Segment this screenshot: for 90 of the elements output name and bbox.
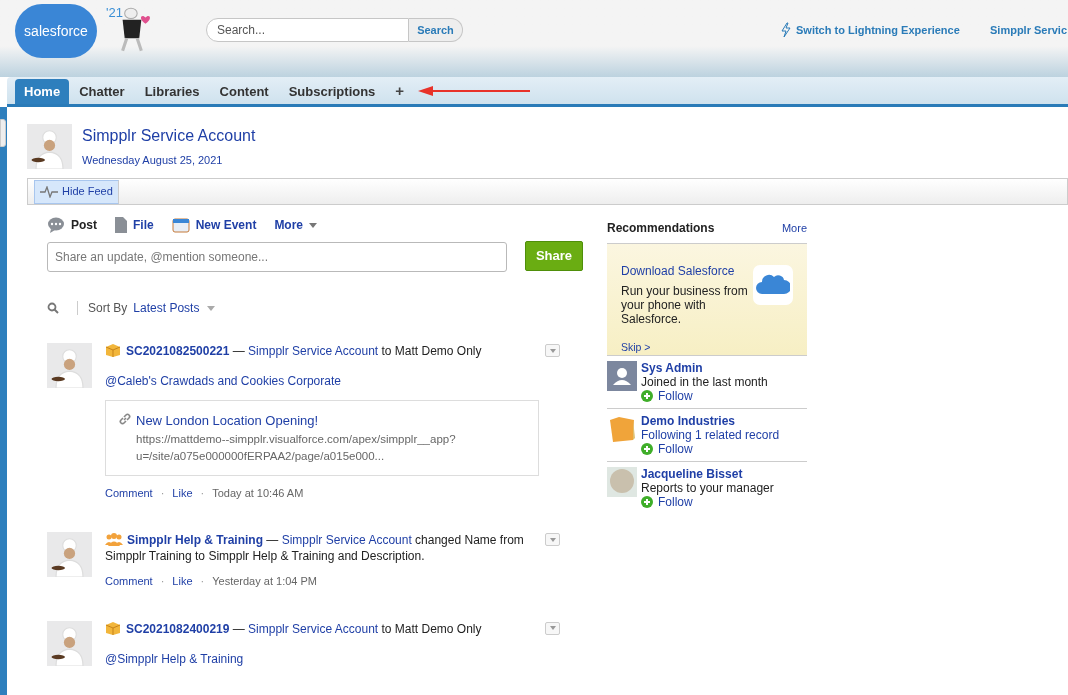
publisher-tab[interactable]: More: [274, 216, 318, 234]
more-link[interactable]: More: [781, 219, 807, 237]
avatar-placeholder: [47, 343, 92, 388]
publisher-tab[interactable]: Post: [47, 216, 97, 234]
post-action-link[interactable]: Comment: [105, 484, 153, 501]
post-time: Today at 10:46 AM: [212, 485, 304, 501]
profile-date: Wednesday August 25, 2021: [82, 153, 224, 168]
post-time: Yesterday at 1:04 PM: [212, 574, 317, 589]
salesforce-logo: salesforce: [15, 4, 97, 58]
pulse-icon: [40, 185, 58, 198]
lightning-icon: [780, 22, 792, 39]
search-icon: [47, 302, 59, 314]
search-button[interactable]: Search: [409, 18, 463, 42]
release-label: '21: [106, 4, 123, 22]
actor-link[interactable]: Simpplr Service Account: [248, 344, 379, 358]
status-input-field[interactable]: Share an update, @mention someone...: [47, 242, 507, 272]
sort-label: Sort By: [88, 300, 128, 317]
box-icon: [105, 620, 121, 635]
caret-icon: [207, 305, 216, 311]
actor-link[interactable]: Simpplr Service Account: [281, 533, 412, 547]
post-action-link[interactable]: Comment: [105, 573, 153, 590]
recommendation-name[interactable]: Demo Industries: [641, 414, 736, 428]
sort-dropdown[interactable]: Latest Posts: [133, 299, 216, 317]
calendar-icon: [171, 217, 190, 233]
avatar-placeholder: [47, 532, 92, 577]
folder-icon: [607, 414, 637, 444]
caret-icon: [549, 348, 556, 353]
link-icon: [118, 412, 132, 426]
post-menu-button[interactable]: [545, 621, 560, 635]
caret-icon: [309, 222, 318, 228]
follow-button[interactable]: Follow: [641, 495, 774, 509]
plus-icon: [641, 443, 653, 455]
publisher-tab[interactable]: File: [115, 216, 154, 234]
dot-separator: ·: [200, 574, 205, 589]
document-icon: [115, 217, 127, 233]
post-action-link[interactable]: Like: [172, 484, 193, 501]
recommendation-name[interactable]: Sys Admin: [641, 361, 703, 375]
skip-link[interactable]: Skip >: [621, 340, 651, 356]
section-title: Recommendations: [607, 220, 715, 237]
search-field[interactable]: Search...: [206, 18, 409, 42]
follow-button[interactable]: Follow: [641, 442, 780, 456]
caret-icon: [549, 626, 556, 630]
nav-tab[interactable]: Subscriptions: [278, 79, 386, 104]
user-silhouette-icon: [607, 361, 637, 391]
group-icon: [105, 532, 123, 546]
header-link[interactable]: Switch to Lightning Experience: [780, 22, 960, 39]
promo-text: Run your business from your phone with Salesforce.: [621, 284, 749, 326]
avatar-placeholder: [27, 124, 72, 169]
link-url: u=/site/a075e000000fERPAA2/page/a015e000...: [136, 448, 386, 464]
nav-tab[interactable]: Chatter: [69, 79, 135, 104]
hide-feed-button[interactable]: Hide Feed: [34, 179, 119, 204]
dot-separator: ·: [200, 485, 205, 501]
nav-tab[interactable]: Content: [209, 79, 279, 104]
post-header: Simpplr Help & Training — Simpplr Service Account changed Name from Simpplr Training to Simpplr Help & Training and Description.: [105, 532, 525, 564]
publisher-tab[interactable]: New Event: [171, 216, 257, 234]
promo-title-link[interactable]: Download Salesforce: [621, 262, 735, 280]
actor-link[interactable]: Simpplr Service Account: [248, 621, 379, 636]
recommendation-subtitle: Reports to your manager: [641, 481, 774, 495]
recommendation-subtitle: Joined in the last month: [641, 375, 768, 389]
nav-tab[interactable]: Libraries: [134, 79, 210, 104]
post-title-link[interactable]: Simpplr Help & Training: [127, 533, 263, 547]
cloud-icon: [756, 274, 790, 296]
nav-tab[interactable]: Home: [15, 79, 70, 104]
chat-bubble-icon: [47, 217, 65, 233]
mention-link[interactable]: @Simpplr Help & Training: [105, 649, 244, 668]
post-action-link[interactable]: Like: [172, 573, 193, 590]
recommendation-subtitle[interactable]: Following 1 related record: [641, 428, 780, 442]
avatar-placeholder: [47, 620, 92, 666]
post-title-link[interactable]: SC2021082400219: [126, 621, 230, 636]
sidebar-handle[interactable]: [0, 119, 6, 147]
post-menu-button[interactable]: [545, 344, 560, 357]
add-tab-button[interactable]: +: [385, 79, 415, 104]
plus-icon: [641, 496, 653, 508]
avatar-placeholder: [607, 467, 637, 497]
profile-name[interactable]: Simpplr Service Account: [82, 124, 256, 148]
mention-link[interactable]: @Caleb's Crawdads and Cookies Corporate: [105, 372, 341, 390]
post-title-link[interactable]: SC2021082500221: [126, 344, 230, 358]
link-title[interactable]: New London Location Opening!: [136, 411, 319, 431]
post-menu-button[interactable]: [545, 533, 560, 546]
link-url: https://mattdemo--simpplr.visualforce.com/apex/simpplr__app?: [136, 431, 456, 447]
recommendation-name[interactable]: Jacqueline Bisset: [641, 467, 743, 481]
post-header: SC2021082500221 — Simpplr Service Account to Matt Demo Only: [105, 343, 539, 359]
caret-icon: [549, 537, 556, 542]
dot-separator: ·: [160, 574, 165, 589]
header-link[interactable]: Simpplr Servic: [990, 22, 1068, 39]
dot-separator: ·: [160, 485, 165, 501]
follow-button[interactable]: Follow: [641, 389, 768, 403]
box-icon: [105, 343, 121, 357]
plus-icon: [641, 390, 653, 402]
post-header: SC2021082400219 — Simpplr Service Account to Matt Demo Only: [105, 620, 536, 637]
